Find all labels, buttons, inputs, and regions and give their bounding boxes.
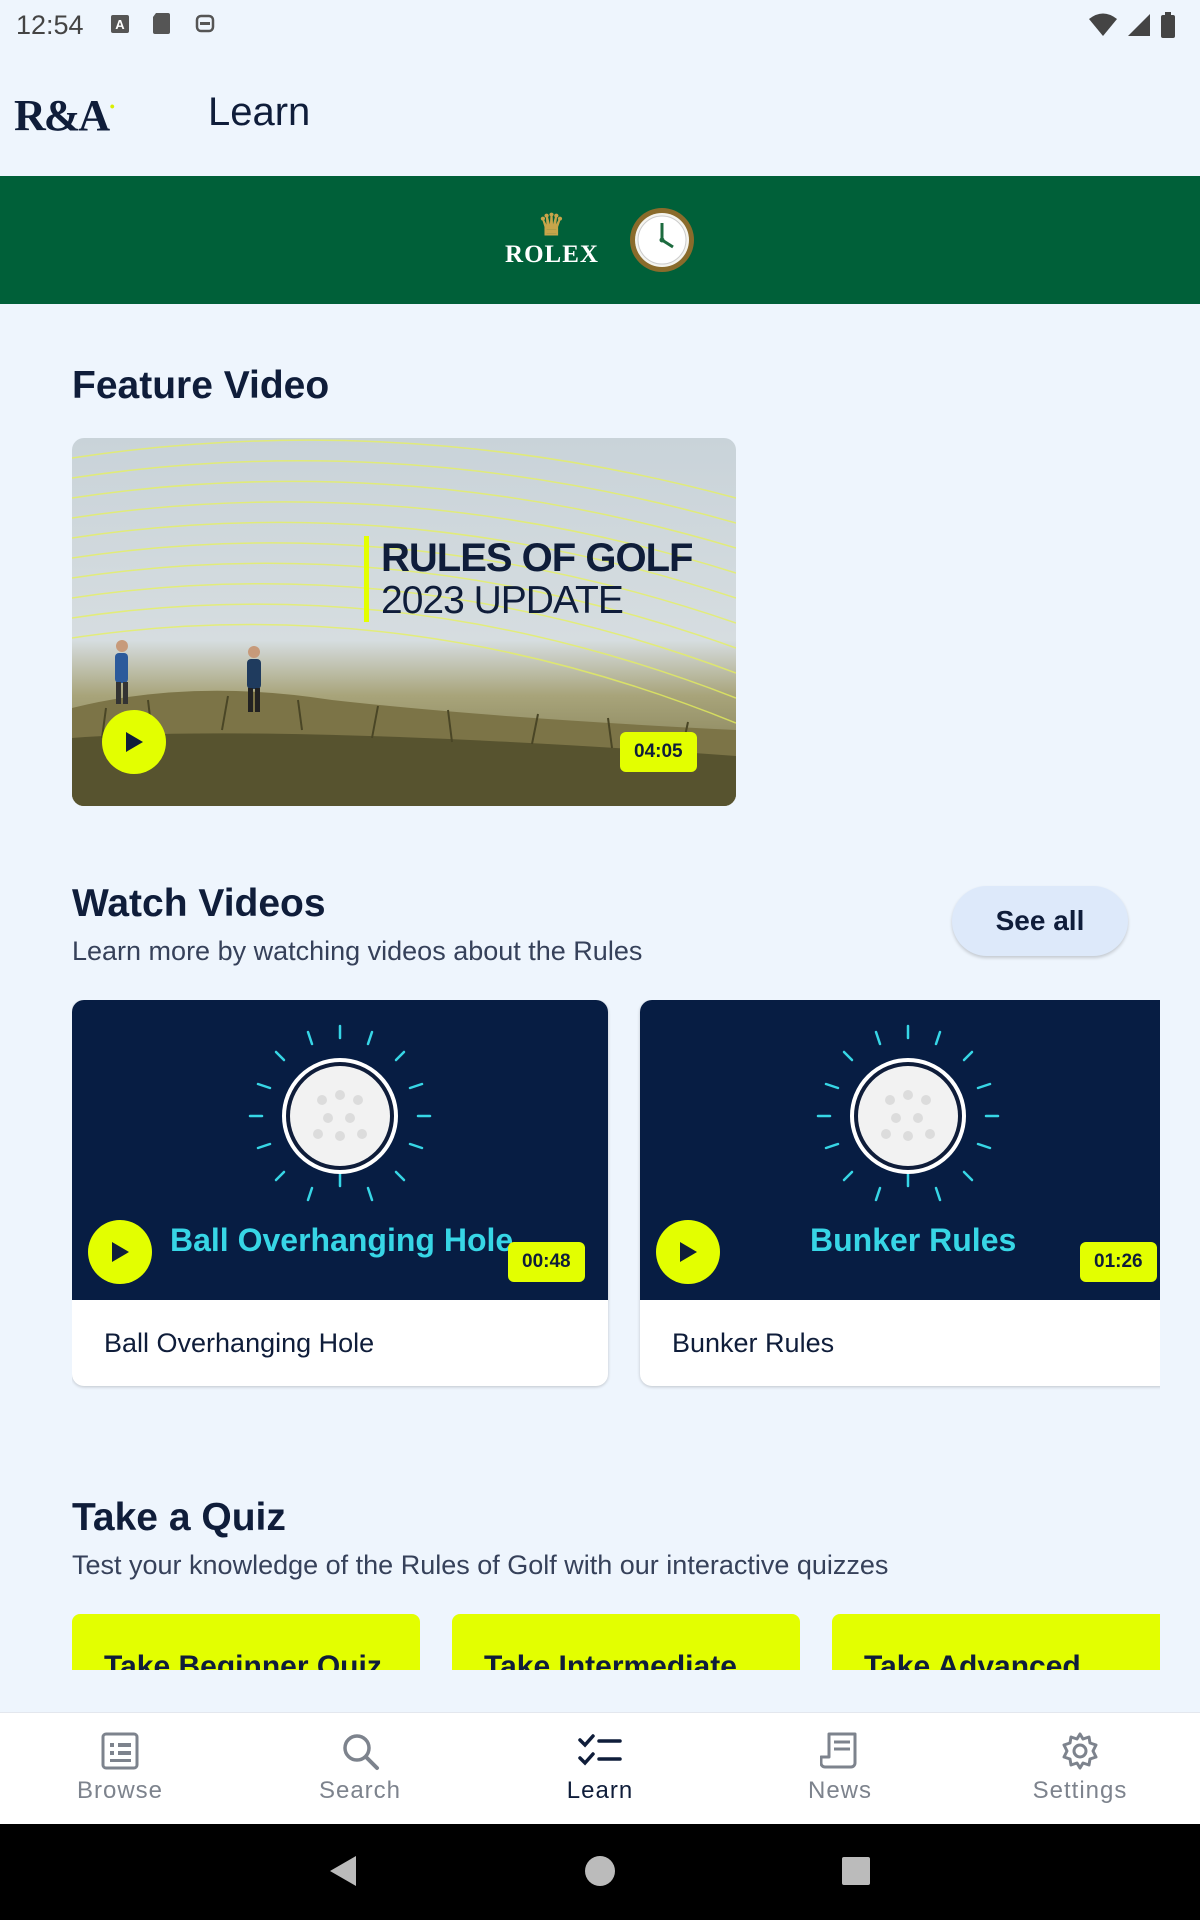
keyboard-notification-icon: A (110, 10, 130, 41)
video-carousel[interactable]: Ball Overhanging Hole 00:48 Ball Overhan… (72, 1000, 1160, 1390)
beginner-quiz-button[interactable]: Take Beginner Quiz (72, 1614, 420, 1670)
browse-icon (101, 1732, 139, 1770)
randa-logo[interactable]: R&A· (14, 90, 116, 141)
video-card-caption: Bunker Rules (672, 1328, 835, 1358)
watch-videos-subtitle: Learn more by watching videos about the … (72, 936, 643, 966)
video-play-button[interactable] (88, 1220, 152, 1284)
video-play-button[interactable] (656, 1220, 720, 1284)
nav-learn[interactable]: Learn (480, 1713, 720, 1824)
back-icon[interactable] (328, 1854, 358, 1888)
rolex-logo: ♛ ROLEX (505, 211, 599, 269)
sponsor-name: ROLEX (505, 241, 599, 268)
settings-icon (1062, 1732, 1098, 1770)
nav-search-label: Search (318, 1777, 402, 1804)
play-icon (126, 732, 143, 752)
video-thumb-title: Ball Overhanging Hole (170, 1222, 514, 1258)
search-icon (343, 1734, 379, 1770)
video-card[interactable]: Ball Overhanging Hole 00:48 Ball Overhan… (72, 1000, 608, 1386)
nav-learn-label: Learn (566, 1777, 634, 1804)
system-navigation-bar (0, 1824, 1200, 1920)
video-thumbnail: Ball Overhanging Hole 00:48 (72, 1000, 608, 1300)
learn-icon (578, 1734, 622, 1766)
video-duration-badge: 00:48 (508, 1242, 585, 1282)
video-thumb-title: Bunker Rules (810, 1222, 1017, 1258)
feature-headline-line1: RULES OF GOLF (381, 536, 693, 580)
status-bar: 12:54 A (0, 0, 1200, 50)
quiz-carousel[interactable]: Take Beginner Quiz Take Intermediate Tak… (72, 1614, 1160, 1670)
robot-icon (194, 10, 216, 41)
watch-videos-title: Watch Videos (72, 882, 326, 925)
nav-news-label: News (807, 1777, 872, 1804)
page-title: Learn (208, 90, 311, 134)
see-all-button[interactable]: See all (952, 886, 1128, 956)
video-card-caption: Ball Overhanging Hole (104, 1328, 375, 1358)
top-app-bar: R&A· Learn (0, 50, 1200, 176)
recents-icon[interactable] (841, 1854, 871, 1888)
feature-headline: RULES OF GOLF 2023 UPDATE (364, 536, 693, 622)
take-quiz-subtitle: Test your knowledge of the Rules of Golf… (72, 1550, 889, 1580)
signal-icon (1126, 13, 1152, 44)
play-icon (112, 1242, 129, 1262)
nav-browse-label: Browse (76, 1777, 164, 1804)
nav-news[interactable]: News (720, 1713, 960, 1824)
feature-play-button[interactable] (102, 710, 166, 774)
feature-headline-line2: 2023 UPDATE (381, 579, 624, 622)
video-duration-badge: 01:26 (1080, 1242, 1157, 1282)
feature-video-card[interactable]: RULES OF GOLF 2023 UPDATE 04:05 (72, 438, 736, 806)
crown-icon: ♛ (538, 209, 566, 242)
feature-video-title: Feature Video (72, 364, 330, 407)
status-time: 12:54 (16, 9, 84, 40)
sd-card-icon (152, 10, 172, 41)
home-icon[interactable] (584, 1854, 616, 1888)
video-thumbnail: Bunker Rules 01:26 (640, 1000, 1160, 1300)
nav-browse[interactable]: Browse (0, 1713, 240, 1824)
nav-search[interactable]: Search (240, 1713, 480, 1824)
nav-settings[interactable]: Settings (960, 1713, 1200, 1824)
video-card[interactable]: Bunker Rules 01:26 Bunker Rules (640, 1000, 1160, 1386)
sponsor-banner[interactable]: ♛ ROLEX (0, 176, 1200, 304)
wifi-icon (1088, 13, 1118, 44)
advanced-quiz-button[interactable]: Take Advanced (832, 1614, 1160, 1670)
bottom-navigation: Browse Search Learn News Settings (0, 1712, 1200, 1824)
logo-accent: · (108, 94, 116, 121)
intermediate-quiz-button[interactable]: Take Intermediate (452, 1614, 800, 1670)
news-icon (820, 1732, 857, 1769)
logo-text: R&A (14, 91, 110, 140)
clock-icon (629, 208, 694, 272)
feature-duration-badge: 04:05 (620, 732, 697, 772)
battery-icon (1160, 12, 1176, 45)
take-quiz-title: Take a Quiz (72, 1496, 286, 1539)
nav-settings-label: Settings (1032, 1777, 1128, 1804)
svg-text:A: A (115, 17, 125, 32)
play-icon (680, 1242, 697, 1262)
